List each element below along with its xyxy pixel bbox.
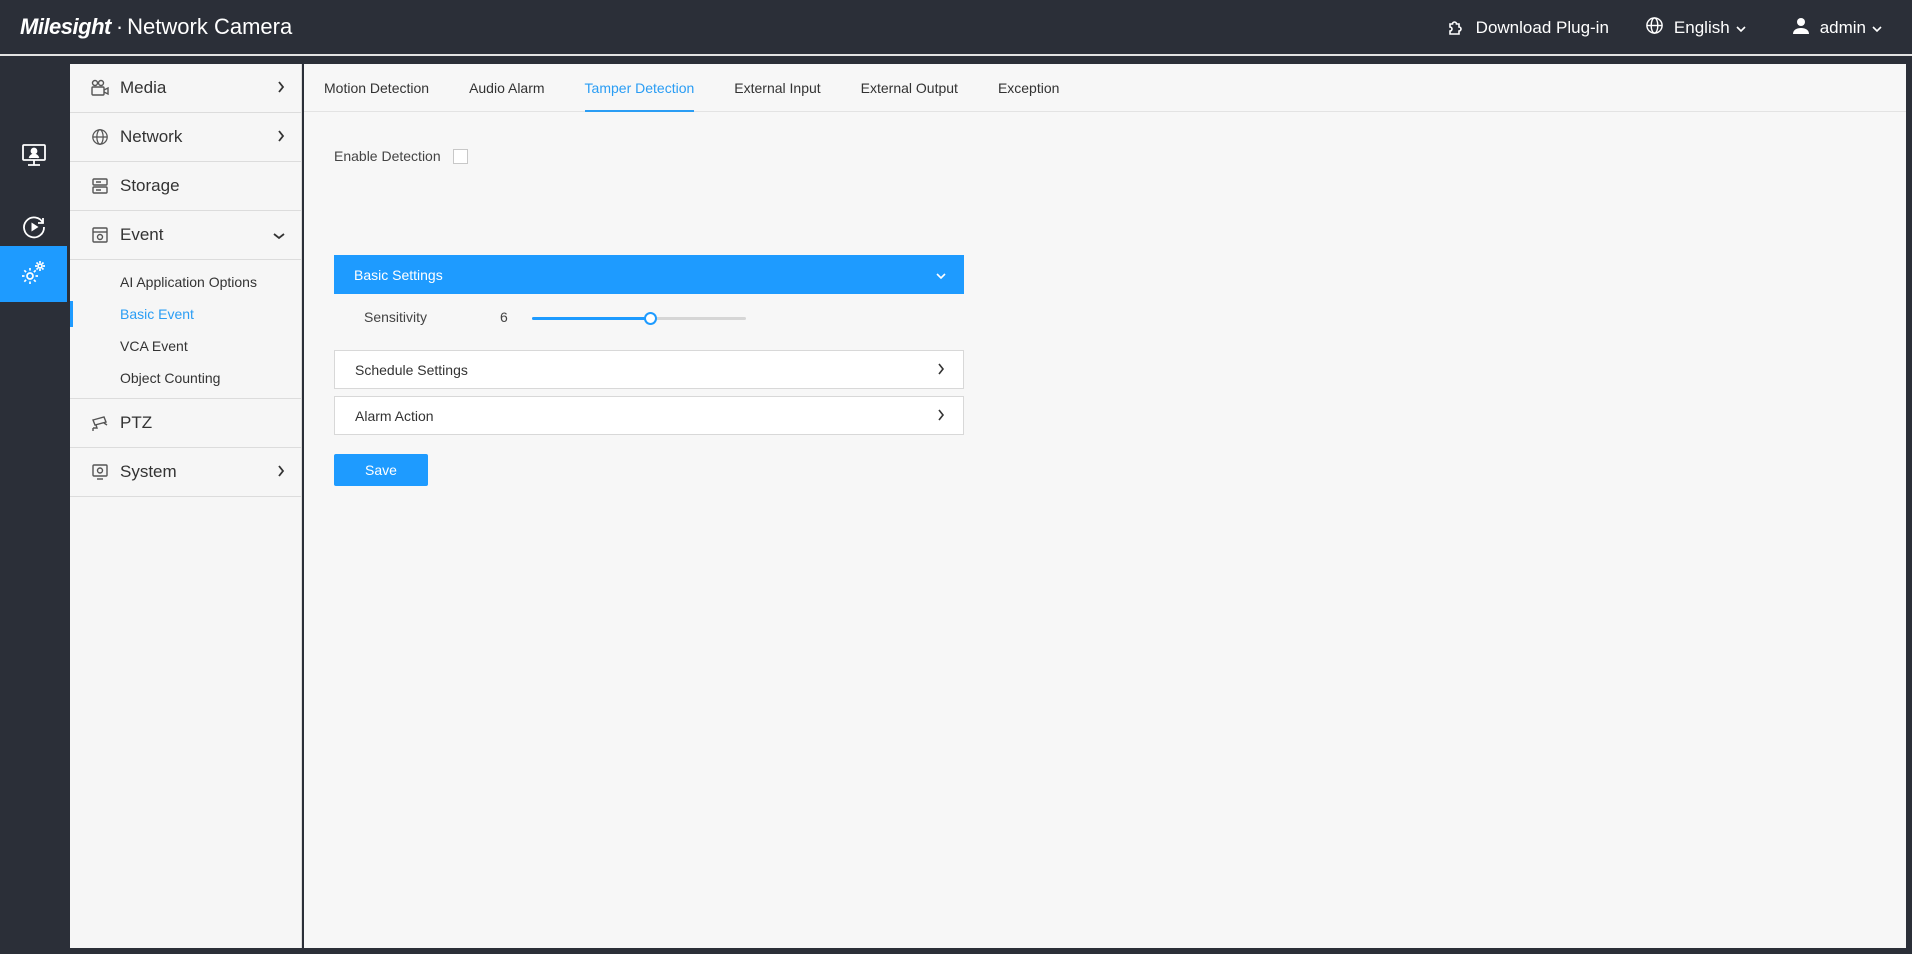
sensitivity-slider[interactable] [532,312,746,325]
tab-exception[interactable]: Exception [998,64,1059,112]
sidebar-item-label: Media [120,78,167,97]
sidebar-subitem-ai-application-options[interactable]: AI Application Options [70,266,301,298]
ptz-icon [90,413,110,433]
user-label: admin [1819,18,1866,37]
enable-detection-label: Enable Detection [334,148,441,164]
schedule-settings-header[interactable]: Schedule Settings [334,350,964,389]
tab-tamper-detection[interactable]: Tamper Detection [584,64,694,112]
chevron-down-icon [1736,18,1756,38]
playback-icon [21,214,47,245]
language-label: English [1673,18,1730,37]
sensitivity-label: Sensitivity [364,309,428,325]
brand-logo: Milesight [20,14,111,39]
schedule-settings-label: Schedule Settings [355,361,468,378]
tab-external-output[interactable]: External Output [861,64,958,112]
left-rail [0,58,67,954]
sidebar: Media Network Storage Event AI Applicati… [70,64,302,948]
main-panel: Motion Detection Audio Alarm Tamper Dete… [304,64,1906,948]
sidebar-item-label: Storage [120,176,180,195]
basic-settings-header[interactable]: Basic Settings [334,255,964,294]
chevron-right-icon [277,78,285,98]
system-icon [90,462,110,482]
slider-handle[interactable] [643,312,657,325]
header-actions: Download Plug-in English admin [1410,0,1892,56]
sidebar-item-system[interactable]: System [70,448,301,497]
chevron-right-icon [277,462,285,482]
sidebar-item-network[interactable]: Network [70,113,301,162]
sidebar-subitem-basic-event[interactable]: Basic Event [70,298,301,330]
live-view-button[interactable] [0,129,67,185]
sidebar-item-event[interactable]: Event [70,211,301,260]
sensitivity-value: 6 [500,309,508,325]
settings-icon [19,257,49,292]
plugin-icon [1446,16,1476,41]
sidebar-item-label: System [120,462,177,481]
sidebar-item-ptz[interactable]: PTZ [70,399,301,448]
sidebar-subitem-vca-event[interactable]: VCA Event [70,330,301,362]
chevron-down-icon [936,267,946,283]
chevron-right-icon [277,127,285,147]
alarm-action-header[interactable]: Alarm Action [334,396,964,435]
enable-detection-checkbox[interactable] [452,148,468,164]
slider-fill [532,317,650,320]
event-tabs: Motion Detection Audio Alarm Tamper Dete… [304,64,1906,112]
sidebar-item-label: Network [120,127,183,146]
sidebar-item-storage[interactable]: Storage [70,162,301,211]
basic-settings-label: Basic Settings [354,266,443,283]
user-icon [1792,17,1820,40]
live-view-icon [21,143,47,172]
sidebar-item-media[interactable]: Media [70,64,301,113]
globe-icon [1645,16,1674,40]
top-bar: Milesight · Network Camera Download Plug… [0,0,1912,56]
event-icon [90,225,110,245]
sidebar-subitem-object-counting[interactable]: Object Counting [70,362,301,394]
sensitivity-row: Sensitivity 6 [364,309,746,325]
tab-motion-detection[interactable]: Motion Detection [324,64,429,112]
sidebar-item-label: Event [120,225,164,244]
download-plugin-button[interactable]: Download Plug-in [1446,16,1609,41]
storage-icon [90,176,110,196]
event-submenu: AI Application Options Basic Event VCA E… [70,260,301,399]
download-plugin-label: Download Plug-in [1475,18,1609,37]
tab-audio-alarm[interactable]: Audio Alarm [469,64,544,112]
camera-icon [90,78,110,98]
tab-external-input[interactable]: External Input [734,64,820,112]
settings-button[interactable] [0,246,67,302]
save-button[interactable]: Save [334,454,428,486]
sidebar-item-label: PTZ [120,413,153,432]
chevron-right-icon [937,408,945,424]
brand: Milesight · Network Camera [20,14,292,40]
brand-product: Network Camera [127,14,293,39]
globe-icon [90,127,110,147]
enable-detection-row: Enable Detection [334,148,468,164]
chevron-down-icon [273,225,285,245]
language-select[interactable]: English [1645,16,1756,40]
chevron-right-icon [937,362,945,378]
user-menu[interactable]: admin [1792,17,1892,40]
alarm-action-label: Alarm Action [355,407,434,424]
chevron-down-icon [1872,18,1892,38]
brand-separator: · [115,14,124,39]
